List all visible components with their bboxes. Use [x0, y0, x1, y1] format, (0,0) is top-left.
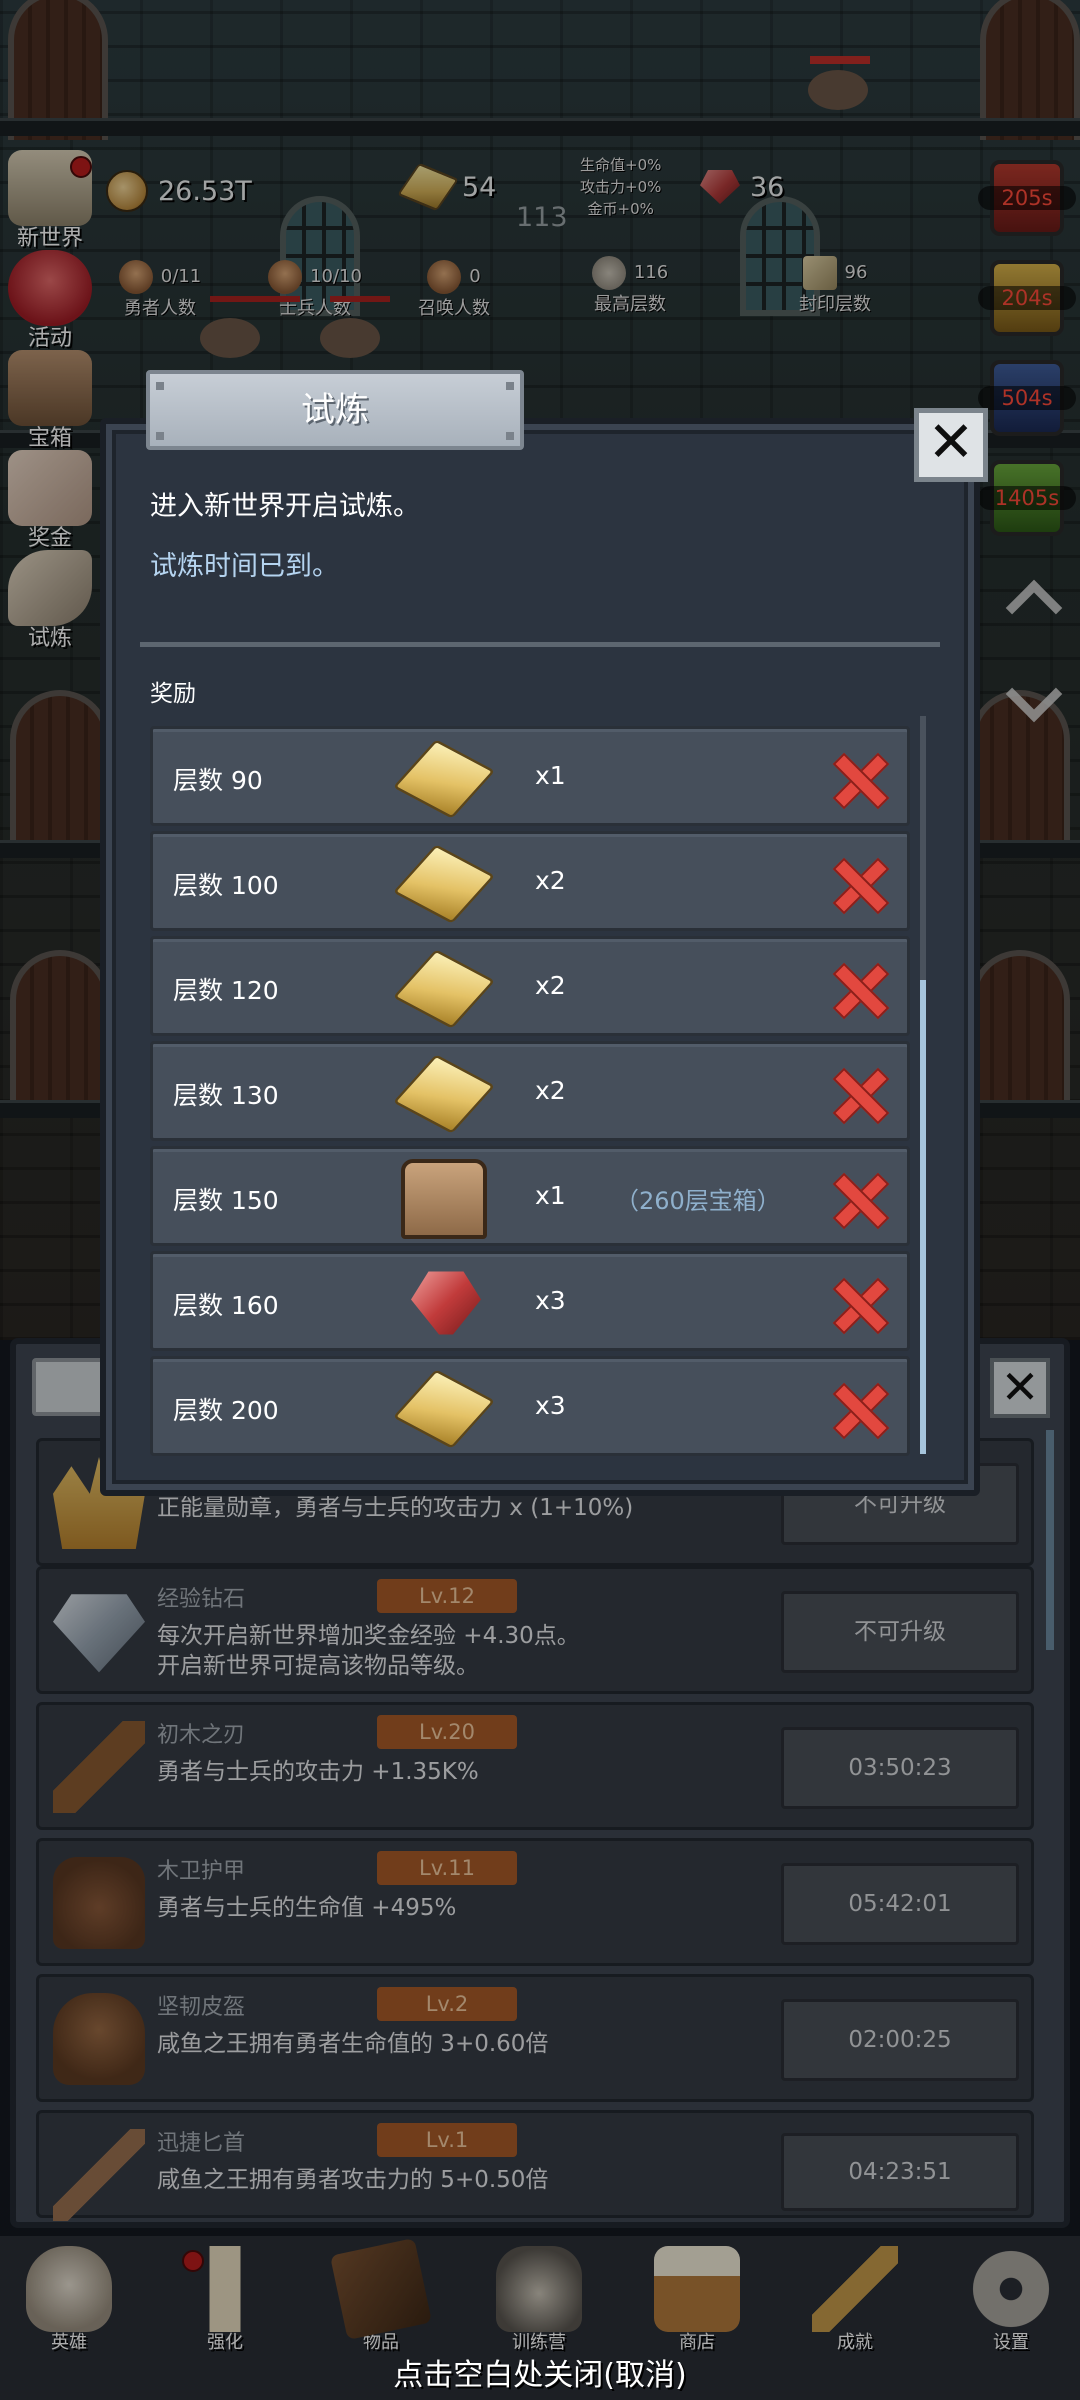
reward-floor: 层数 160: [173, 1291, 279, 1320]
not-claimed-x-icon: [833, 858, 885, 910]
gold-bar-icon: [392, 844, 496, 924]
gold-bar-icon: [392, 1054, 496, 1134]
reward-quantity: x3: [535, 1286, 566, 1315]
reward-scrollbar-thumb[interactable]: [920, 980, 926, 1454]
reward-row: 层数 160 x3: [150, 1251, 910, 1351]
not-claimed-x-icon: [833, 1068, 885, 1120]
reward-floor: 层数 90: [173, 766, 263, 795]
not-claimed-x-icon: [833, 753, 885, 805]
rivet-decoration: [156, 382, 164, 390]
rivet-decoration: [506, 382, 514, 390]
treasure-chest-icon: [401, 1159, 487, 1239]
reward-row: 层数 120 x2: [150, 936, 910, 1036]
not-claimed-x-icon: [833, 1278, 885, 1330]
gold-bar-icon: [392, 949, 496, 1029]
reward-floor: 层数 200: [173, 1396, 279, 1425]
reward-row: 层数 90 x1: [150, 726, 910, 826]
reward-floor: 层数 130: [173, 1081, 279, 1110]
reward-note: （260层宝箱）: [615, 1187, 781, 1215]
not-claimed-x-icon: [833, 963, 885, 1015]
tap-to-close-hint[interactable]: 点击空白处关闭(取消): [0, 2350, 1080, 2394]
not-claimed-x-icon: [833, 1173, 885, 1225]
reward-row: 层数 100 x2: [150, 831, 910, 931]
reward-quantity: x2: [535, 971, 566, 1000]
gold-bar-icon: [392, 739, 496, 819]
modal-close-button[interactable]: ✕: [914, 408, 988, 482]
reward-list[interactable]: 层数 90 x1 层数 100 x2 层数 120 x2 层数 130 x2 层…: [150, 726, 912, 1456]
reward-quantity: x1: [535, 761, 566, 790]
reward-floor: 层数 100: [173, 871, 279, 900]
reward-quantity: x3: [535, 1391, 566, 1420]
reward-row: 层数 130 x2: [150, 1041, 910, 1141]
rivet-decoration: [506, 432, 514, 440]
trial-intro-text: 进入新世界开启试炼。: [150, 491, 420, 522]
ruby-icon: [411, 1271, 481, 1335]
trial-status-text: 试炼时间已到。: [150, 551, 339, 582]
reward-quantity: x2: [535, 866, 566, 895]
reward-floor: 层数 120: [173, 976, 279, 1005]
reward-section-label: 奖励: [150, 681, 196, 707]
reward-quantity: x1: [535, 1181, 566, 1210]
not-claimed-x-icon: [833, 1383, 885, 1435]
gold-bar-icon: [392, 1369, 496, 1449]
section-divider: [140, 642, 940, 647]
reward-row: 层数 200 x3: [150, 1356, 910, 1456]
rivet-decoration: [156, 432, 164, 440]
reward-row: 层数 150 x1 （260层宝箱）: [150, 1146, 910, 1246]
modal-title: 试炼: [146, 370, 524, 450]
reward-quantity: x2: [535, 1076, 566, 1105]
reward-floor: 层数 150: [173, 1186, 279, 1215]
